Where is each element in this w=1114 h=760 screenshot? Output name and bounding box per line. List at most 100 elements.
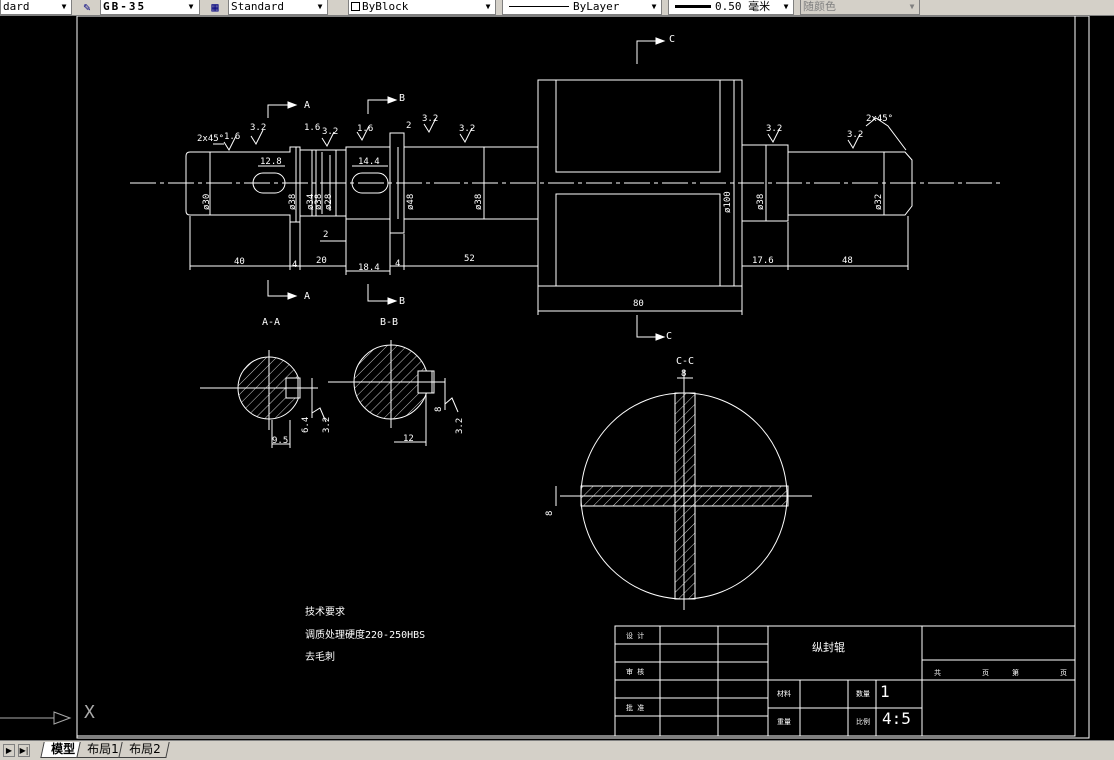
ucs-x-label: X	[84, 702, 95, 723]
checker-label: 审 核	[626, 668, 645, 676]
tab-layout2[interactable]: 布局2	[118, 742, 170, 758]
dim-aa-width: 9.5	[272, 436, 289, 446]
dim-d38b: ø38	[314, 193, 324, 210]
color-swatch-icon	[351, 2, 360, 11]
qty-label: 数量	[856, 690, 870, 698]
title-block-frame	[614, 625, 1076, 737]
table-style-icon[interactable]: ▦	[206, 0, 224, 15]
roughness-4: 3.2	[322, 127, 339, 137]
shaft-left-end	[185, 146, 301, 223]
chevron-down-icon: ▼	[909, 2, 915, 11]
table-style-value: Standard	[231, 0, 284, 13]
roller-slot-top	[555, 79, 721, 173]
dim-20: 20	[316, 256, 327, 266]
last-tab-icon[interactable]: ▶|	[18, 744, 30, 757]
dim-bb-width: 12	[403, 434, 414, 444]
section-label-a-bottom: A	[304, 291, 311, 302]
tab-model-label: 模型	[51, 742, 76, 756]
dim-4b: 4	[395, 259, 401, 269]
dim-40: 40	[234, 257, 245, 267]
view-label-cc: C-C	[676, 356, 695, 367]
view-label-aa: A-A	[262, 317, 281, 328]
roughness-2: 3.2	[250, 123, 267, 133]
chevron-down-icon[interactable]: ▼	[648, 0, 660, 14]
dimension-style-combo[interactable]: GB-35 ▼	[100, 0, 200, 15]
tab-layout2-label: 布局2	[129, 742, 161, 756]
notes-line-1: 调质处理硬度220-250HBS	[305, 630, 426, 641]
dim-18-4: 18.4	[358, 263, 380, 273]
section-label-c-bottom: C	[666, 331, 673, 342]
dim-bb-roughness: 3.2	[455, 417, 465, 434]
dim-key-12-8: 12.8	[260, 157, 282, 167]
model-space-canvas[interactable]: A A B B C C A-A B-B C-C 2x45° 2x45° 1.6 …	[0, 16, 1114, 740]
text-style-combo[interactable]: dard ▼	[0, 0, 72, 15]
weight-label: 重量	[777, 718, 791, 726]
dim-d38c: ø38	[474, 193, 484, 210]
chevron-down-icon[interactable]: ▼	[186, 0, 198, 14]
roughness-6: 2	[406, 121, 412, 131]
chamfer-right: 2x45°	[866, 114, 894, 124]
inner-frame	[76, 16, 1076, 737]
dim-52: 52	[464, 254, 475, 264]
dim-bb-key: 8	[434, 406, 444, 412]
drawing-geometry	[0, 16, 1090, 739]
section-label-b-top: B	[399, 93, 406, 104]
chevron-down-icon[interactable]: ▼	[58, 0, 70, 14]
text-style-value: dard	[3, 0, 30, 13]
part-name: 纵封辊	[812, 641, 845, 654]
roughness-7: 3.2	[422, 114, 439, 124]
view-label-bb: B-B	[380, 317, 399, 328]
roughness-8: 3.2	[459, 124, 476, 134]
sheet-page-label-1: 页	[982, 669, 989, 677]
roughness-10: 3.2	[847, 130, 864, 140]
scale-value: 4:5	[882, 709, 911, 728]
chevron-down-icon[interactable]: ▼	[780, 0, 792, 14]
linetype-sample	[509, 6, 569, 7]
dim-4a: 4	[292, 260, 298, 270]
lineweight-value: 0.50 毫米	[715, 0, 771, 13]
dim-d48: ø48	[406, 193, 416, 210]
roller-slot-bottom	[555, 193, 721, 287]
color-combo[interactable]: ByBlock ▼	[348, 0, 496, 15]
dim-2: 2	[323, 230, 329, 240]
dim-cc-height: 8	[545, 510, 555, 516]
dim-17-6: 17.6	[752, 256, 774, 266]
dimension-style-value: GB-35	[103, 0, 147, 13]
play-right-icon[interactable]: ▶	[3, 744, 15, 757]
section-label-b-bottom: B	[399, 296, 406, 307]
section-label-a-top: A	[304, 100, 311, 111]
dim-key-14-4: 14.4	[358, 157, 380, 167]
dimension-style-icon[interactable]: ✎	[78, 0, 96, 15]
qty-value: 1	[880, 682, 890, 701]
color-value: ByBlock	[362, 0, 409, 13]
designer-label: 设 计	[626, 632, 645, 640]
dim-48: 48	[842, 256, 853, 266]
outer-frame	[76, 16, 1090, 739]
chevron-down-icon[interactable]: ▼	[482, 0, 494, 14]
roughness-1: 1.6	[224, 132, 241, 142]
lineweight-combo[interactable]: 0.50 毫米 ▼	[668, 0, 794, 15]
table-style-combo[interactable]: Standard ▼	[228, 0, 328, 15]
dim-aa-depth: 6.4	[301, 416, 311, 433]
dim-aa-roughness: 3.2	[322, 416, 332, 433]
plot-style-combo[interactable]: 随颜色 ▼	[800, 0, 920, 15]
dim-cc-width: 8	[681, 369, 687, 379]
tab-layout1-label: 布局1	[87, 742, 119, 756]
approve-label: 批 准	[626, 704, 645, 712]
notes-title: 技术要求	[305, 607, 345, 618]
sheet-total-label: 共	[934, 669, 941, 677]
section-label-c-top: C	[669, 34, 676, 45]
layout-tab-bar: ▶ ▶| 模型 布局1 布局2	[0, 740, 1114, 760]
linetype-combo[interactable]: ByLayer ▼	[502, 0, 662, 15]
dim-d30: ø30	[202, 193, 212, 210]
lineweight-sample	[675, 5, 711, 8]
roughness-5: 1.6	[357, 124, 374, 134]
sheet-page-label-2: 页	[1060, 669, 1067, 677]
chevron-down-icon[interactable]: ▼	[314, 0, 326, 14]
dim-d32: ø32	[874, 193, 884, 210]
roughness-3: 1.6	[304, 123, 321, 133]
dim-d38a: ø38	[288, 193, 298, 210]
sheet-no-label: 第	[1012, 669, 1019, 677]
chamfer-left: 2x45°	[197, 134, 225, 144]
dim-d38d: ø38	[756, 193, 766, 210]
